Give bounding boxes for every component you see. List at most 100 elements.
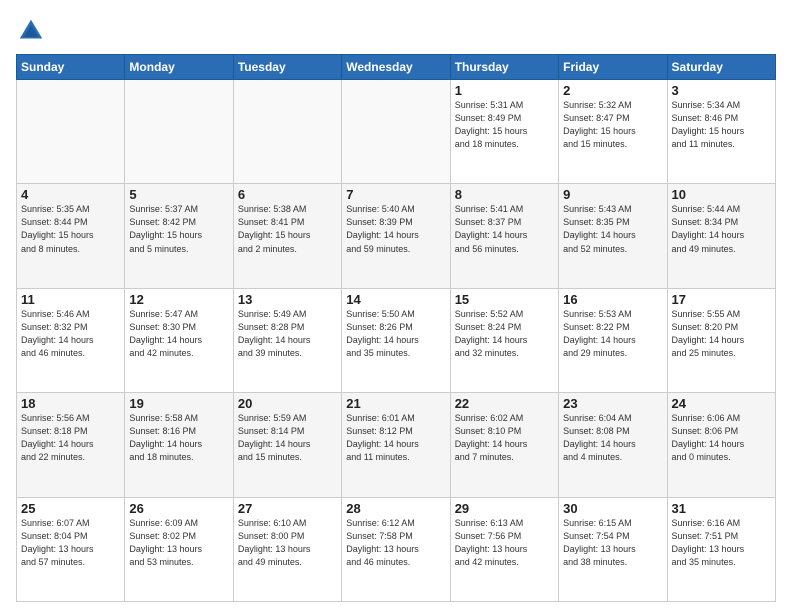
day-number: 25 — [21, 501, 120, 516]
logo-icon — [16, 16, 46, 46]
header — [16, 16, 776, 46]
day-cell: 15Sunrise: 5:52 AMSunset: 8:24 PMDayligh… — [450, 288, 558, 392]
day-info: Sunrise: 6:16 AMSunset: 7:51 PMDaylight:… — [672, 517, 771, 569]
day-info: Sunrise: 5:37 AMSunset: 8:42 PMDaylight:… — [129, 203, 228, 255]
weekday-wednesday: Wednesday — [342, 55, 450, 80]
day-info: Sunrise: 5:38 AMSunset: 8:41 PMDaylight:… — [238, 203, 337, 255]
day-cell: 9Sunrise: 5:43 AMSunset: 8:35 PMDaylight… — [559, 184, 667, 288]
day-cell: 22Sunrise: 6:02 AMSunset: 8:10 PMDayligh… — [450, 393, 558, 497]
day-number: 17 — [672, 292, 771, 307]
day-number: 31 — [672, 501, 771, 516]
day-info: Sunrise: 5:50 AMSunset: 8:26 PMDaylight:… — [346, 308, 445, 360]
day-number: 10 — [672, 187, 771, 202]
day-info: Sunrise: 5:53 AMSunset: 8:22 PMDaylight:… — [563, 308, 662, 360]
day-number: 28 — [346, 501, 445, 516]
day-cell: 26Sunrise: 6:09 AMSunset: 8:02 PMDayligh… — [125, 497, 233, 601]
day-number: 2 — [563, 83, 662, 98]
day-cell: 30Sunrise: 6:15 AMSunset: 7:54 PMDayligh… — [559, 497, 667, 601]
day-cell: 5Sunrise: 5:37 AMSunset: 8:42 PMDaylight… — [125, 184, 233, 288]
week-row-5: 25Sunrise: 6:07 AMSunset: 8:04 PMDayligh… — [17, 497, 776, 601]
day-cell: 20Sunrise: 5:59 AMSunset: 8:14 PMDayligh… — [233, 393, 341, 497]
day-cell: 25Sunrise: 6:07 AMSunset: 8:04 PMDayligh… — [17, 497, 125, 601]
day-info: Sunrise: 5:32 AMSunset: 8:47 PMDaylight:… — [563, 99, 662, 151]
day-cell: 23Sunrise: 6:04 AMSunset: 8:08 PMDayligh… — [559, 393, 667, 497]
day-number: 19 — [129, 396, 228, 411]
day-info: Sunrise: 6:12 AMSunset: 7:58 PMDaylight:… — [346, 517, 445, 569]
day-number: 18 — [21, 396, 120, 411]
day-cell: 24Sunrise: 6:06 AMSunset: 8:06 PMDayligh… — [667, 393, 775, 497]
day-number: 20 — [238, 396, 337, 411]
day-info: Sunrise: 5:52 AMSunset: 8:24 PMDaylight:… — [455, 308, 554, 360]
day-info: Sunrise: 5:41 AMSunset: 8:37 PMDaylight:… — [455, 203, 554, 255]
day-cell: 6Sunrise: 5:38 AMSunset: 8:41 PMDaylight… — [233, 184, 341, 288]
day-number: 7 — [346, 187, 445, 202]
day-info: Sunrise: 6:01 AMSunset: 8:12 PMDaylight:… — [346, 412, 445, 464]
day-number: 1 — [455, 83, 554, 98]
day-info: Sunrise: 5:31 AMSunset: 8:49 PMDaylight:… — [455, 99, 554, 151]
weekday-friday: Friday — [559, 55, 667, 80]
day-number: 12 — [129, 292, 228, 307]
day-info: Sunrise: 5:40 AMSunset: 8:39 PMDaylight:… — [346, 203, 445, 255]
day-number: 5 — [129, 187, 228, 202]
day-number: 11 — [21, 292, 120, 307]
day-info: Sunrise: 5:44 AMSunset: 8:34 PMDaylight:… — [672, 203, 771, 255]
day-number: 24 — [672, 396, 771, 411]
weekday-header-row: SundayMondayTuesdayWednesdayThursdayFrid… — [17, 55, 776, 80]
day-info: Sunrise: 5:47 AMSunset: 8:30 PMDaylight:… — [129, 308, 228, 360]
day-number: 27 — [238, 501, 337, 516]
day-number: 26 — [129, 501, 228, 516]
day-cell: 4Sunrise: 5:35 AMSunset: 8:44 PMDaylight… — [17, 184, 125, 288]
day-cell: 31Sunrise: 6:16 AMSunset: 7:51 PMDayligh… — [667, 497, 775, 601]
week-row-1: 1Sunrise: 5:31 AMSunset: 8:49 PMDaylight… — [17, 80, 776, 184]
day-cell: 29Sunrise: 6:13 AMSunset: 7:56 PMDayligh… — [450, 497, 558, 601]
week-row-3: 11Sunrise: 5:46 AMSunset: 8:32 PMDayligh… — [17, 288, 776, 392]
day-info: Sunrise: 5:56 AMSunset: 8:18 PMDaylight:… — [21, 412, 120, 464]
day-number: 30 — [563, 501, 662, 516]
logo — [16, 16, 50, 46]
day-number: 6 — [238, 187, 337, 202]
day-number: 29 — [455, 501, 554, 516]
day-info: Sunrise: 6:13 AMSunset: 7:56 PMDaylight:… — [455, 517, 554, 569]
day-info: Sunrise: 5:59 AMSunset: 8:14 PMDaylight:… — [238, 412, 337, 464]
page: SundayMondayTuesdayWednesdayThursdayFrid… — [0, 0, 792, 612]
day-info: Sunrise: 5:58 AMSunset: 8:16 PMDaylight:… — [129, 412, 228, 464]
day-info: Sunrise: 5:43 AMSunset: 8:35 PMDaylight:… — [563, 203, 662, 255]
day-cell — [233, 80, 341, 184]
day-cell: 14Sunrise: 5:50 AMSunset: 8:26 PMDayligh… — [342, 288, 450, 392]
day-number: 23 — [563, 396, 662, 411]
day-info: Sunrise: 5:35 AMSunset: 8:44 PMDaylight:… — [21, 203, 120, 255]
day-info: Sunrise: 5:49 AMSunset: 8:28 PMDaylight:… — [238, 308, 337, 360]
day-cell — [125, 80, 233, 184]
week-row-4: 18Sunrise: 5:56 AMSunset: 8:18 PMDayligh… — [17, 393, 776, 497]
day-info: Sunrise: 6:02 AMSunset: 8:10 PMDaylight:… — [455, 412, 554, 464]
day-cell: 3Sunrise: 5:34 AMSunset: 8:46 PMDaylight… — [667, 80, 775, 184]
day-info: Sunrise: 6:04 AMSunset: 8:08 PMDaylight:… — [563, 412, 662, 464]
day-cell: 7Sunrise: 5:40 AMSunset: 8:39 PMDaylight… — [342, 184, 450, 288]
day-cell: 19Sunrise: 5:58 AMSunset: 8:16 PMDayligh… — [125, 393, 233, 497]
day-info: Sunrise: 5:46 AMSunset: 8:32 PMDaylight:… — [21, 308, 120, 360]
day-number: 21 — [346, 396, 445, 411]
day-info: Sunrise: 6:15 AMSunset: 7:54 PMDaylight:… — [563, 517, 662, 569]
week-row-2: 4Sunrise: 5:35 AMSunset: 8:44 PMDaylight… — [17, 184, 776, 288]
day-cell: 8Sunrise: 5:41 AMSunset: 8:37 PMDaylight… — [450, 184, 558, 288]
weekday-thursday: Thursday — [450, 55, 558, 80]
day-cell — [342, 80, 450, 184]
day-info: Sunrise: 5:34 AMSunset: 8:46 PMDaylight:… — [672, 99, 771, 151]
day-cell: 17Sunrise: 5:55 AMSunset: 8:20 PMDayligh… — [667, 288, 775, 392]
day-cell: 16Sunrise: 5:53 AMSunset: 8:22 PMDayligh… — [559, 288, 667, 392]
day-cell: 21Sunrise: 6:01 AMSunset: 8:12 PMDayligh… — [342, 393, 450, 497]
day-number: 9 — [563, 187, 662, 202]
day-number: 13 — [238, 292, 337, 307]
day-number: 16 — [563, 292, 662, 307]
day-cell: 1Sunrise: 5:31 AMSunset: 8:49 PMDaylight… — [450, 80, 558, 184]
day-cell — [17, 80, 125, 184]
day-cell: 11Sunrise: 5:46 AMSunset: 8:32 PMDayligh… — [17, 288, 125, 392]
weekday-saturday: Saturday — [667, 55, 775, 80]
calendar-table: SundayMondayTuesdayWednesdayThursdayFrid… — [16, 54, 776, 602]
day-cell: 12Sunrise: 5:47 AMSunset: 8:30 PMDayligh… — [125, 288, 233, 392]
day-cell: 2Sunrise: 5:32 AMSunset: 8:47 PMDaylight… — [559, 80, 667, 184]
day-number: 15 — [455, 292, 554, 307]
day-info: Sunrise: 6:07 AMSunset: 8:04 PMDaylight:… — [21, 517, 120, 569]
day-cell: 18Sunrise: 5:56 AMSunset: 8:18 PMDayligh… — [17, 393, 125, 497]
day-info: Sunrise: 6:10 AMSunset: 8:00 PMDaylight:… — [238, 517, 337, 569]
